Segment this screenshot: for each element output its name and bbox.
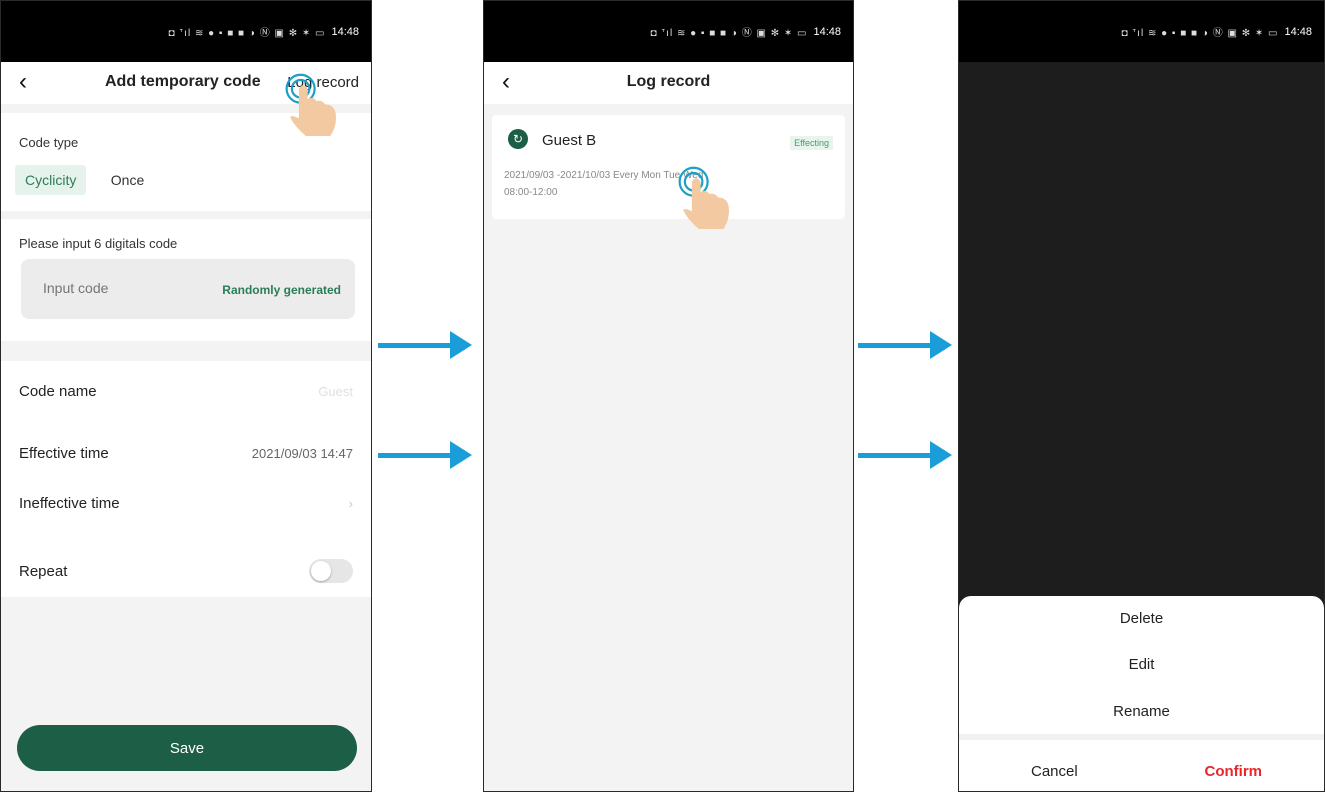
save-button[interactable]: Save — [17, 725, 357, 771]
effective-time-row[interactable]: Effective time 2021/09/03 14:47 — [19, 445, 353, 462]
card-time-range: 08:00-12:00 — [504, 187, 558, 198]
code-name-label: Code name — [19, 383, 97, 400]
code-name-value: Guest — [318, 384, 353, 399]
code-input-label: Please input 6 digitals code — [19, 236, 178, 251]
status-time: 14:48 — [1284, 25, 1312, 38]
repeat-row: Repeat — [19, 559, 353, 583]
cancel-button[interactable]: Cancel — [1031, 763, 1078, 780]
divider — [959, 734, 1324, 740]
status-icons: ◘ ᐪıl ≋ ● ▪ ■ ■ ◑ Ⓝ ▣ ✻ ✶ ▭ — [1121, 28, 1279, 39]
status-badge: Effecting — [790, 136, 833, 150]
tap-hand-icon — [678, 166, 729, 229]
status-bar: ◘ ᐪıl ≋ ● ▪ ■ ■ ◑ Ⓝ ▣ ✻ ✶ ▭ 14:48 — [959, 1, 1324, 62]
page-title: Log record — [626, 73, 711, 90]
screen-action-sheet: ◘ ᐪıl ≋ ● ▪ ■ ■ ◑ Ⓝ ▣ ✻ ✶ ▭ 14:48 Delete… — [958, 0, 1325, 792]
repeat-toggle[interactable] — [309, 559, 353, 583]
ineffective-time-label: Ineffective time — [19, 495, 120, 512]
repeat-label: Repeat — [19, 562, 68, 580]
ineffective-time-row[interactable]: Ineffective time › — [19, 495, 353, 512]
status-time: 14:48 — [331, 25, 359, 38]
status-bar: ◘ ᐪıl ≋ ● ▪ ■ ■ ◑ Ⓝ ▣ ✻ ✶ ▭ 14:48 — [484, 1, 853, 62]
chevron-right-icon: › — [348, 496, 353, 511]
nav-bar: ‹ Log record — [484, 62, 853, 104]
once-option[interactable]: Once — [101, 165, 154, 195]
flow-arrow-icon — [858, 441, 952, 469]
effective-time-value: 2021/09/03 14:47 — [251, 446, 353, 461]
delete-option[interactable]: Delete — [959, 610, 1324, 627]
status-icons: ◘ ᐪıl ≋ ● ▪ ■ ■ ◑ Ⓝ ▣ ✻ ✶ ▭ — [650, 28, 808, 39]
flow-arrow-icon — [378, 331, 472, 359]
back-arrow-icon[interactable]: ‹ — [19, 68, 27, 96]
cyclicity-option[interactable]: Cyclicity — [15, 165, 87, 195]
code-name-row[interactable]: Code name Guest — [19, 383, 353, 400]
code-type-label: Code type — [19, 135, 79, 150]
status-bar: ◘ ᐪıl ≋ ● ▪ ■ ■ ◑ Ⓝ ▣ ✻ ✶ ▭ 14:48 — [1, 1, 371, 62]
screen-add-temporary-code: ◘ ᐪıl ≋ ● ▪ ■ ■ ◑ Ⓝ ▣ ✻ ✶ ▭ 14:48 ‹ Add … — [0, 0, 372, 792]
action-sheet: Delete Edit Rename Cancel Confirm — [959, 596, 1324, 791]
code-input-box: Randomly generated — [21, 259, 355, 319]
flow-arrow-icon — [378, 441, 472, 469]
rename-option[interactable]: Rename — [959, 703, 1324, 720]
log-card[interactable]: ↻ Guest B Effecting 2021/09/03 -2021/10/… — [492, 115, 845, 219]
confirm-button[interactable]: Confirm — [1205, 763, 1263, 780]
edit-option[interactable]: Edit — [959, 656, 1324, 673]
effective-time-label: Effective time — [19, 445, 109, 462]
code-icon: ↻ — [508, 129, 528, 149]
status-time: 14:48 — [813, 25, 841, 38]
randomly-generated-button[interactable]: Randomly generated — [222, 283, 341, 297]
code-input[interactable] — [41, 279, 165, 297]
screen-log-record: ◘ ᐪıl ≋ ● ▪ ■ ■ ◑ Ⓝ ▣ ✻ ✶ ▭ 14:48 ‹ Log … — [483, 0, 854, 792]
card-description: 2021/09/03 -2021/10/03 Every Mon Tue Wed… — [504, 167, 821, 201]
status-icons: ◘ ᐪıl ≋ ● ▪ ■ ■ ◑ Ⓝ ▣ ✻ ✶ ▭ — [168, 28, 326, 39]
guest-name: Guest B — [542, 132, 597, 149]
tap-hand-icon — [285, 73, 336, 136]
flow-arrow-icon — [858, 331, 952, 359]
card-date-range: 2021/09/03 -2021/10/03 Every Mon Tue Wed — [504, 170, 704, 181]
